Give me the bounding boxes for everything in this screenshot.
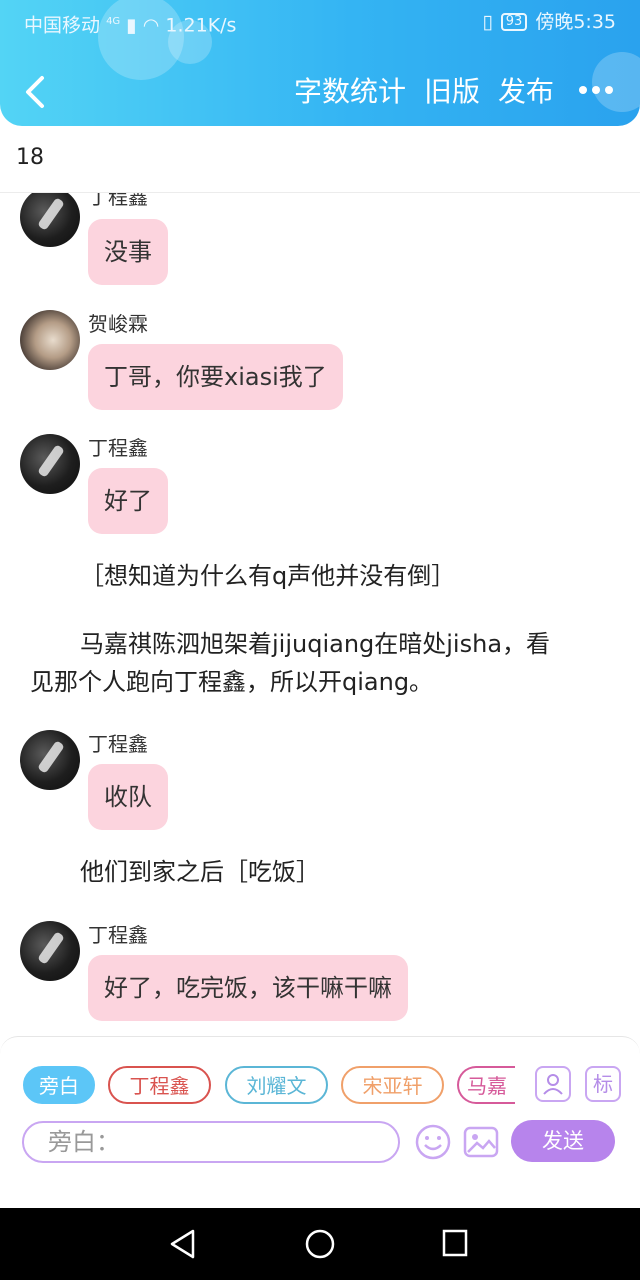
more-dots-icon[interactable] bbox=[578, 84, 614, 96]
message-input[interactable]: 旁白： bbox=[22, 1121, 400, 1163]
narration-text[interactable]: 他们到家之后［吃饭］ bbox=[80, 853, 320, 891]
composer-panel: 旁白 丁程鑫 刘耀文 宋亚轩 马嘉 标 旁白： 发送 bbox=[0, 1036, 640, 1209]
narration-line: 马嘉祺陈泗旭架着jijuqiang在暗处jisha，看 bbox=[80, 630, 551, 658]
wifi-icon: ◠ bbox=[142, 14, 160, 37]
word-count-button[interactable]: 字数统计 bbox=[294, 70, 406, 110]
narration-text[interactable]: ［想知道为什么有q声他并没有倒］ bbox=[80, 557, 455, 595]
narration-text[interactable]: 马嘉祺陈泗旭架着jijuqiang在暗处jisha，看 见那个人跑向丁程鑫，所以… bbox=[30, 625, 550, 701]
back-triangle-icon[interactable] bbox=[168, 1228, 198, 1260]
send-button[interactable]: 发送 bbox=[511, 1120, 615, 1162]
speaker-name: 丁程鑫 bbox=[88, 923, 148, 947]
chevron-left-icon[interactable] bbox=[22, 74, 54, 110]
battery-icon: 93 bbox=[500, 13, 528, 31]
vibrate-icon: ▯ bbox=[482, 11, 493, 33]
role-chip[interactable]: 刘耀文 bbox=[225, 1066, 328, 1104]
time-label: 傍晚5:35 bbox=[535, 11, 616, 33]
speed-label: 1.21K/s bbox=[165, 14, 237, 37]
system-nav-bar bbox=[0, 1208, 640, 1280]
image-icon[interactable] bbox=[462, 1123, 500, 1161]
message-bubble[interactable]: 收队 bbox=[88, 764, 168, 830]
avatar[interactable] bbox=[20, 730, 80, 790]
speaker-name: 贺峻霖 bbox=[88, 312, 148, 336]
message-bubble[interactable]: 丁哥，你要xiasi我了 bbox=[88, 344, 343, 410]
avatar[interactable] bbox=[20, 310, 80, 370]
carrier-label: 中国移动 bbox=[24, 14, 101, 37]
word-count-value: 18 bbox=[16, 145, 44, 170]
tag-button[interactable]: 标 bbox=[585, 1066, 621, 1102]
recents-square-icon[interactable] bbox=[441, 1228, 469, 1258]
publish-button[interactable]: 发布 bbox=[498, 70, 554, 110]
message-bubble[interactable]: 好了 bbox=[88, 468, 168, 534]
message-bubble[interactable]: 没事 bbox=[88, 219, 168, 285]
person-card-icon[interactable] bbox=[535, 1066, 571, 1102]
avatar[interactable] bbox=[20, 434, 80, 494]
speaker-name: 丁程鑫 bbox=[88, 732, 148, 756]
status-right: ▯ 93 傍晚5:35 bbox=[482, 8, 616, 36]
top-header: 中国移动 4G ▮ ◠ 1.21K/s ▯ 93 傍晚5:35 字数统计 旧版 … bbox=[0, 0, 640, 126]
signal-icon: ▮ bbox=[126, 14, 137, 37]
avatar[interactable] bbox=[20, 921, 80, 981]
role-chip[interactable]: 宋亚轩 bbox=[341, 1066, 444, 1104]
old-version-button[interactable]: 旧版 bbox=[424, 70, 480, 110]
role-chip[interactable]: 丁程鑫 bbox=[108, 1066, 211, 1104]
message-bubble[interactable]: 好了，吃完饭，该干嘛干嘛 bbox=[88, 955, 408, 1021]
home-circle-icon[interactable] bbox=[304, 1228, 336, 1260]
speaker-name: 丁程鑫 bbox=[88, 193, 148, 209]
battery-level: 93 bbox=[505, 14, 523, 29]
avatar[interactable] bbox=[20, 193, 80, 247]
header-actions: 字数统计 旧版 发布 bbox=[294, 70, 614, 110]
network-label: 4G bbox=[106, 16, 121, 27]
speaker-name: 丁程鑫 bbox=[88, 436, 148, 460]
narration-line: 见那个人跑向丁程鑫，所以开qiang。 bbox=[30, 668, 434, 696]
role-chip-narrator[interactable]: 旁白 bbox=[23, 1066, 95, 1104]
smiley-icon[interactable] bbox=[414, 1123, 452, 1161]
role-chip[interactable]: 马嘉 bbox=[457, 1066, 515, 1104]
chat-area[interactable]: 丁程鑫 没事 贺峻霖 丁哥，你要xiasi我了 丁程鑫 好了 ［想知道为什么有q… bbox=[0, 193, 640, 1035]
status-left: 中国移动 4G ▮ ◠ 1.21K/s bbox=[24, 8, 236, 36]
